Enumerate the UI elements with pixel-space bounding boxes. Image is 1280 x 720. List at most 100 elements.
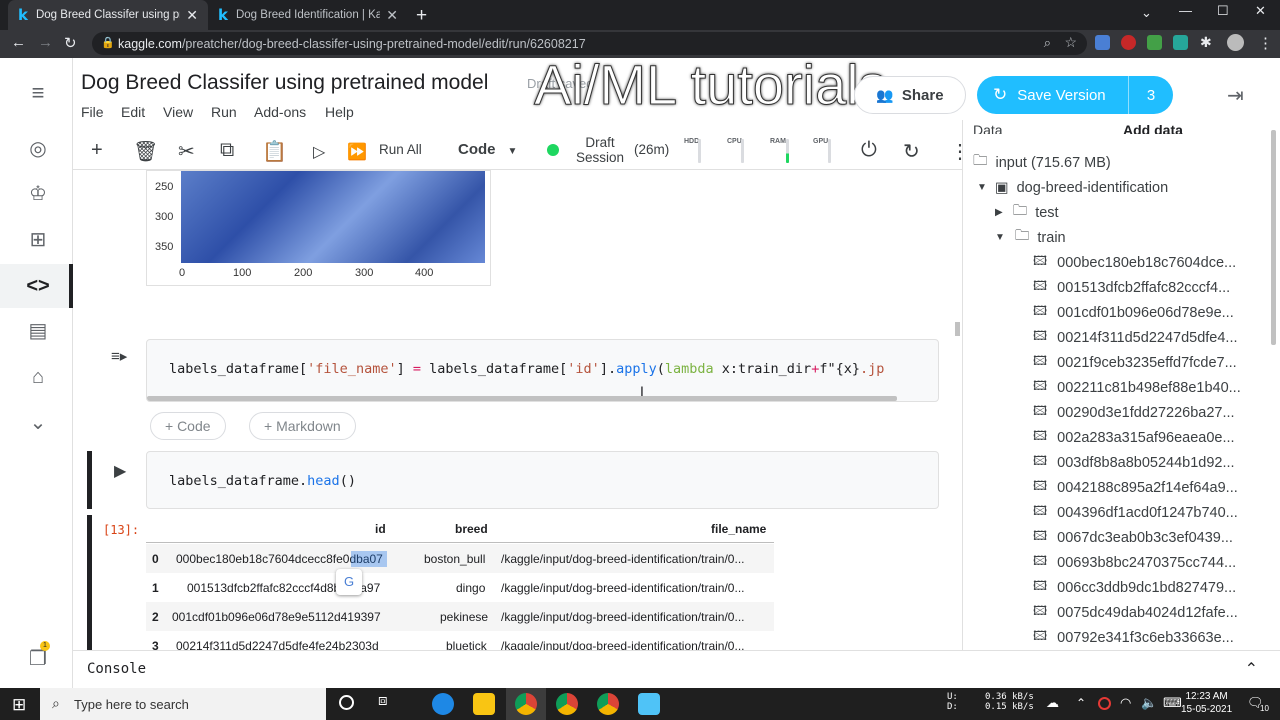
compass-icon[interactable]: ◎ [25,136,51,162]
cortana-icon[interactable] [339,695,354,710]
tree-file[interactable]: 🖾 001cdf01b096e06d78e9e... [1033,300,1241,325]
chrome-icon[interactable] [556,693,578,715]
chevron-up-icon[interactable]: ⌃ [1076,696,1086,710]
chevron-down-icon[interactable]: ⌄ [25,410,51,436]
clock[interactable]: 12:23 AM 15-05-2021 [1181,690,1232,716]
add-markdown-button[interactable]: + Markdown [249,412,356,440]
tree-file[interactable]: 🖾 00693b8bc2470375cc744... [1033,550,1241,575]
paste-icon[interactable]: 📋 [262,139,287,164]
tree-file[interactable]: 🖾 000bec180eb18c7604dce... [1033,250,1241,275]
code-line[interactable]: labels_dataframe.head() [169,473,356,489]
tree-file[interactable]: 🖾 001513dfcb2ffafc82cccf4... [1033,275,1241,300]
tree-dataset[interactable]: ▼ ▣ dog-breed-identification [977,175,1168,200]
menu-run[interactable]: Run [211,104,237,120]
comments-icon[interactable]: ▤ [25,318,51,344]
tree-file[interactable]: 🖾 0021f9ceb3235effd7fcde7... [1033,350,1241,375]
tree-file[interactable]: 🖾 004396df1acd0f1247b740... [1033,500,1241,525]
extension-icon[interactable] [1147,35,1162,50]
tree-file[interactable]: 🖾 006cc3ddb9dc1bd827479... [1033,575,1241,600]
lock-icon[interactable]: 🔒 [101,36,115,49]
close-icon[interactable]: ✕ [386,7,398,24]
windows-start-icon[interactable]: ⊞ [12,695,26,715]
language-icon[interactable]: ⌨ [1163,695,1182,711]
console-bar[interactable]: Console ⌃ [73,650,1280,688]
tree-file[interactable]: 🖾 002a283a315af96eaea0e... [1033,425,1241,450]
chrome-icon[interactable] [597,693,619,715]
tree-file[interactable]: 🖾 002211c81b498ef88e1b40... [1033,375,1241,400]
window-close-icon[interactable]: ✕ [1255,3,1266,19]
menu-addons[interactable]: Add-ons [254,104,306,120]
cell-type-select[interactable]: Code ▼ [458,141,517,158]
tree-file[interactable]: 🖾 0075dc49dab4024d12fafe... [1033,600,1241,625]
horizontal-scrollbar[interactable] [147,396,897,401]
session-label[interactable]: Draft Session [576,135,624,165]
collapse-panel-icon[interactable]: ⇥ [1227,83,1244,108]
run-cell-icon[interactable]: ▶ [114,461,126,481]
zoom-icon[interactable]: ⌕ [1044,35,1051,51]
reload-icon[interactable]: ↻ [64,34,77,52]
notebook-title[interactable]: Dog Breed Classifer using pretrained mod… [81,71,488,95]
new-tab-icon[interactable]: + [416,5,427,27]
power-icon[interactable]: ⏻ [861,139,877,162]
add-data-button[interactable]: Add data [1123,122,1183,134]
panel-resize-handle[interactable] [955,322,960,336]
photos-icon[interactable] [638,693,660,715]
translate-extension-icon[interactable] [1095,35,1110,50]
tree-folder-test[interactable]: ▶ 🗀 test [995,200,1059,225]
tree-file[interactable]: 🖾 0042188c895a2f14ef64a9... [1033,475,1241,500]
add-code-button[interactable]: + Code [150,412,226,440]
tree-folder-train[interactable]: ▼ 🗀 train [995,225,1066,250]
run-all-icon[interactable]: ⏩ [347,142,367,162]
minimize-icon[interactable]: — [1179,3,1192,18]
tree-file[interactable]: 🖾 00290d3e1fdd27226ba27... [1033,400,1241,425]
school-icon[interactable]: ⌂ [25,364,51,390]
code-icon[interactable]: <> [25,273,51,299]
wifi-icon[interactable]: ◠ [1120,695,1131,711]
file-explorer-icon[interactable] [473,693,495,715]
menu-edit[interactable]: Edit [121,104,145,120]
extension-icon[interactable] [1173,35,1188,50]
code-line[interactable]: labels_dataframe['file_name'] = labels_d… [169,361,884,377]
markdown-toggle-icon[interactable]: ≡▸ [111,347,127,365]
edge-icon[interactable] [432,693,454,715]
cut-icon[interactable]: ✂ [178,139,195,164]
tree-input[interactable]: 🗀 input (715.67 MB) [973,150,1111,175]
tab-search-icon[interactable]: ⌄ [1141,5,1152,21]
forward-icon[interactable]: → [38,34,53,51]
tree-file[interactable]: 🖾 0067dc3eab0b3c3ef0439... [1033,525,1241,550]
code-cell-apply[interactable]: labels_dataframe['file_name'] = labels_d… [146,339,939,402]
chevron-up-icon[interactable]: ⌃ [1245,659,1258,679]
maximize-icon[interactable]: ☐ [1217,3,1229,19]
volume-icon[interactable]: 🔈 [1141,695,1157,711]
save-version-button[interactable]: ↻ Save Version 3 [977,76,1173,114]
panel-scrollbar[interactable] [1271,130,1276,345]
weather-icon[interactable]: ☁ [1046,695,1059,711]
trophy-icon[interactable]: ♔ [25,181,51,207]
tree-file[interactable]: 🖾 003df8b8a8b05244b1d92... [1033,450,1241,475]
record-icon[interactable] [1098,697,1111,710]
menu-view[interactable]: View [163,104,193,120]
menu-file[interactable]: File [81,104,104,120]
delete-icon[interactable]: 🗑 [133,139,158,164]
close-icon[interactable]: ✕ [186,7,198,24]
tab-notebook[interactable]: k Dog Breed Classifer using pretrai ✕ [8,0,208,30]
share-button[interactable]: 👥 Share [854,76,966,114]
tree-file[interactable]: 🖾 00792e341f3c6eb33663e... [1033,625,1241,650]
version-count[interactable]: 3 [1129,87,1173,104]
run-cell-icon[interactable]: ▷ [313,142,325,162]
task-view-icon[interactable]: ⧈ [378,692,388,709]
copy-icon[interactable]: ⧉ [220,139,234,162]
tab-competition[interactable]: k Dog Breed Identification | Kaggle ✕ [208,0,408,30]
profile-avatar[interactable] [1227,34,1244,51]
menu-help[interactable]: Help [325,104,354,120]
taskbar-search[interactable]: ⌕ Type here to search [40,688,326,720]
chrome-icon[interactable] [515,693,537,715]
back-icon[interactable]: ← [11,34,26,51]
extension-icon[interactable] [1121,35,1136,50]
translate-popup-icon[interactable]: G [336,569,362,595]
run-all-button[interactable]: Run All [379,142,422,157]
browser-menu-icon[interactable]: ⋮ [1258,34,1273,52]
code-cell-head[interactable]: labels_dataframe.head() [146,451,939,509]
restart-icon[interactable]: ↻ [903,139,920,164]
add-cell-icon[interactable]: + [91,139,103,162]
